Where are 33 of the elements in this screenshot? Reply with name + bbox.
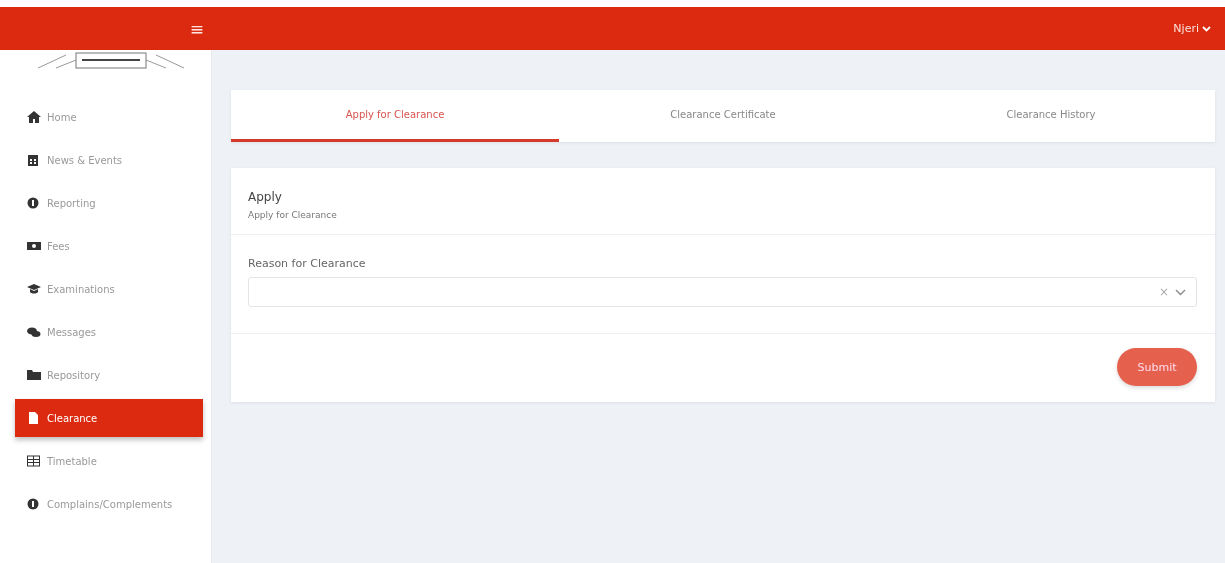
sidebar-item[interactable]: Timetable [15, 442, 203, 480]
chevron-down-icon [1175, 288, 1186, 296]
banknote-icon [27, 240, 41, 252]
calendar-icon [27, 154, 41, 166]
home-icon [27, 111, 41, 123]
tab[interactable]: Clearance Certificate [559, 90, 887, 142]
chat-icon [27, 326, 41, 338]
tab[interactable]: Clearance History [887, 90, 1215, 142]
card-subtitle: Apply for Clearance [248, 210, 338, 220]
sidebar-item[interactable]: Clearance [15, 399, 203, 437]
field-label: Reason for Clearance [248, 257, 367, 270]
card-title: Apply [248, 190, 283, 204]
select-field[interactable]: × [248, 277, 1197, 307]
sidebar-item[interactable]: Messages [15, 313, 203, 351]
chevron-down-icon [1202, 25, 1211, 32]
file-icon [27, 412, 41, 424]
sidebar-item[interactable]: Repository [15, 356, 203, 394]
tab[interactable]: Apply for Clearance [231, 90, 559, 142]
submit-button[interactable]: Submit [1117, 348, 1197, 386]
sidebar-item[interactable]: Complains/Complements [15, 485, 203, 523]
graduation-cap-icon [27, 283, 41, 295]
sidebar-item[interactable]: Fees [15, 227, 203, 265]
folder-icon [27, 369, 41, 381]
circle-icon [27, 197, 41, 209]
sidebar-item[interactable]: Reporting [15, 184, 203, 222]
table-icon [27, 455, 41, 467]
user-menu[interactable]: Njeri [1173, 22, 1211, 35]
sidebar-item[interactable]: Examinations [15, 270, 203, 308]
sidebar-item[interactable]: News & Events [15, 141, 203, 179]
sidebar-item[interactable]: Home [15, 98, 203, 136]
circle-icon [27, 498, 41, 510]
clear-button[interactable]: × [1158, 285, 1169, 299]
menu-button[interactable]: ≡ [189, 18, 204, 39]
